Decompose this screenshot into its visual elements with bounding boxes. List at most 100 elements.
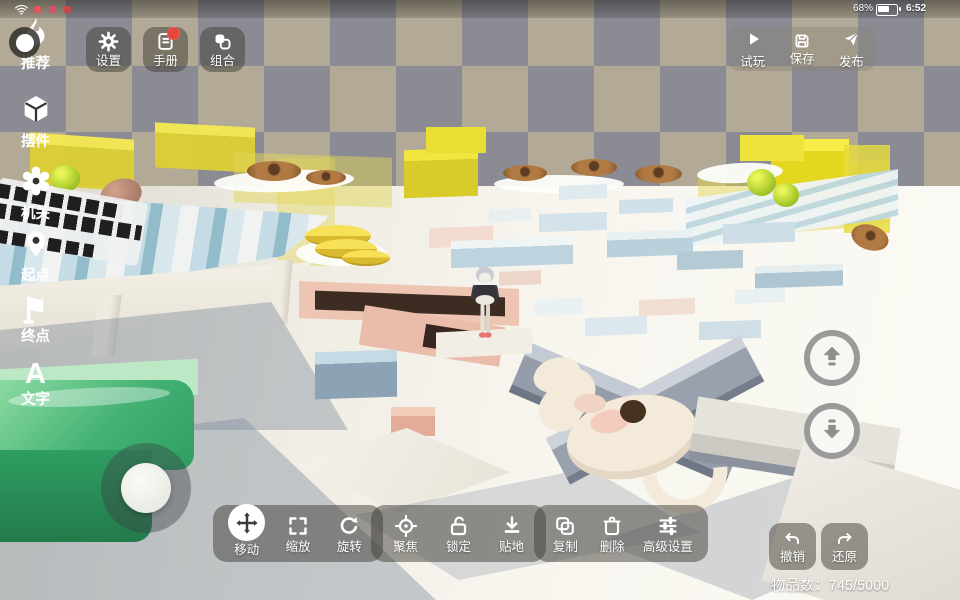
scene-tile <box>677 249 743 271</box>
scene-cookie <box>503 165 547 181</box>
gear-icon <box>98 31 119 52</box>
copy-icon <box>553 514 577 538</box>
playtest-button[interactable]: 试玩 <box>740 30 765 69</box>
save-label: 保存 <box>789 52 815 67</box>
sidebar-item-mechanisms[interactable]: 机关 <box>0 164 71 222</box>
tool-delete[interactable]: 删除 <box>589 514 636 554</box>
save-icon <box>793 32 811 50</box>
sidebar-item-finish-point[interactable]: 终点 <box>0 294 71 345</box>
start-point-icon <box>20 228 52 265</box>
redo-label: 还原 <box>831 549 857 564</box>
battery-icon <box>876 4 901 16</box>
scene-tile <box>735 288 785 304</box>
scene-tile <box>639 298 695 316</box>
save-button[interactable]: 保存 <box>789 32 815 67</box>
arrow-down-icon <box>818 415 846 448</box>
settings-label: 设置 <box>95 54 121 69</box>
scene-lime <box>773 183 799 207</box>
scene-coin <box>342 250 390 266</box>
sidebar-item-text[interactable]: A 文字 <box>0 360 71 408</box>
tool-label: 聚焦 <box>392 539 418 554</box>
combine-button[interactable]: 组合 <box>200 27 245 72</box>
notification-icon <box>49 6 56 13</box>
sidebar-label: 起点 <box>21 268 50 284</box>
focus-tool-group: 聚焦 锁定 贴地 <box>371 505 546 562</box>
elevate-up-button[interactable] <box>804 330 860 386</box>
redo-button[interactable]: 还原 <box>821 523 868 570</box>
scene-tile <box>723 221 795 245</box>
tool-label: 贴地 <box>498 539 524 554</box>
delete-icon <box>600 514 624 538</box>
tool-focus[interactable]: 聚焦 <box>382 514 430 554</box>
scene-yellow-box <box>740 135 804 161</box>
scene-yellow-box <box>404 147 478 199</box>
snap-ground-icon <box>500 514 524 538</box>
record-button[interactable] <box>9 27 40 58</box>
scene-blue-box <box>315 349 397 400</box>
sidebar-item-start-point[interactable]: 起点 <box>0 228 71 284</box>
play-save-publish-panel: 试玩 保存 发布 <box>728 27 876 71</box>
sidebar-label: 推荐 <box>21 56 50 72</box>
rotate-icon <box>337 514 361 538</box>
movement-joystick[interactable] <box>101 443 191 533</box>
player-avatar <box>462 262 508 354</box>
notification-badge <box>167 27 180 41</box>
scene-tile <box>585 315 647 337</box>
tool-scale[interactable]: 缩放 <box>274 514 322 554</box>
tool-label: 锁定 <box>445 539 471 554</box>
scene-pink-spot <box>574 394 606 413</box>
tool-copy[interactable]: 复制 <box>542 514 589 554</box>
scene-tile <box>559 184 607 200</box>
move-icon <box>228 504 266 542</box>
edit-tool-group: 复制 删除 高级设置 <box>534 505 708 562</box>
scene-cookie <box>306 170 346 185</box>
elevate-down-button[interactable] <box>804 403 860 459</box>
scene-cookie <box>571 159 617 176</box>
tool-move[interactable]: 移动 <box>223 504 271 558</box>
scene-tile <box>539 211 607 233</box>
joystick-knob[interactable] <box>121 463 171 513</box>
publish-label: 发布 <box>838 54 864 69</box>
tool-lock[interactable]: 锁定 <box>435 514 483 554</box>
notification-icon <box>34 6 41 13</box>
tool-rotate[interactable]: 旋转 <box>325 514 373 554</box>
settings-button[interactable]: 设置 <box>86 27 131 72</box>
sidebar-label: 文字 <box>21 392 50 408</box>
tool-snap-ground[interactable]: 贴地 <box>488 514 536 554</box>
lock-icon <box>447 514 471 538</box>
record-dot-icon <box>15 33 34 52</box>
status-bar: 68% 6:52 <box>0 0 960 18</box>
arrow-up-icon <box>818 342 846 375</box>
scale-icon <box>286 514 310 538</box>
scene-lime <box>747 169 776 196</box>
finish-flag-icon <box>20 294 52 326</box>
undo-button[interactable]: 撤销 <box>769 523 816 570</box>
combine-icon <box>212 31 233 52</box>
publish-button[interactable]: 发布 <box>839 30 864 69</box>
mechanism-gear-icon <box>19 164 53 203</box>
manual-button[interactable]: 手册 <box>143 27 188 72</box>
scene-tile <box>699 319 761 341</box>
item-counter: 物品数：745/5000 <box>770 578 890 594</box>
battery-percent: 68% <box>853 3 874 14</box>
redo-icon <box>835 530 854 549</box>
manual-book-icon <box>155 27 180 52</box>
sidebar-label: 摆件 <box>21 134 50 150</box>
undo-label: 撤销 <box>779 549 805 564</box>
playtest-label: 试玩 <box>740 54 766 69</box>
advanced-settings-icon <box>656 514 680 538</box>
scene-cookie <box>635 165 682 183</box>
sidebar-label: 终点 <box>21 329 50 345</box>
sidebar-label: 机关 <box>21 206 50 222</box>
sidebar-item-props[interactable]: 摆件 <box>0 92 71 150</box>
tool-label: 复制 <box>552 539 578 554</box>
tool-advanced-settings[interactable]: 高级设置 <box>636 514 700 554</box>
manual-label: 手册 <box>152 54 178 69</box>
tool-label: 移动 <box>234 543 260 558</box>
scene-tile <box>619 198 673 214</box>
level-editor-app: 68% 6:52 设置 手册 组合 试玩 保存 发布 推荐 摆件 机关 起点 终… <box>0 0 960 600</box>
text-icon: A <box>25 358 46 390</box>
scene-tile <box>755 263 843 289</box>
combine-label: 组合 <box>209 54 235 69</box>
scene-tile <box>489 208 531 222</box>
